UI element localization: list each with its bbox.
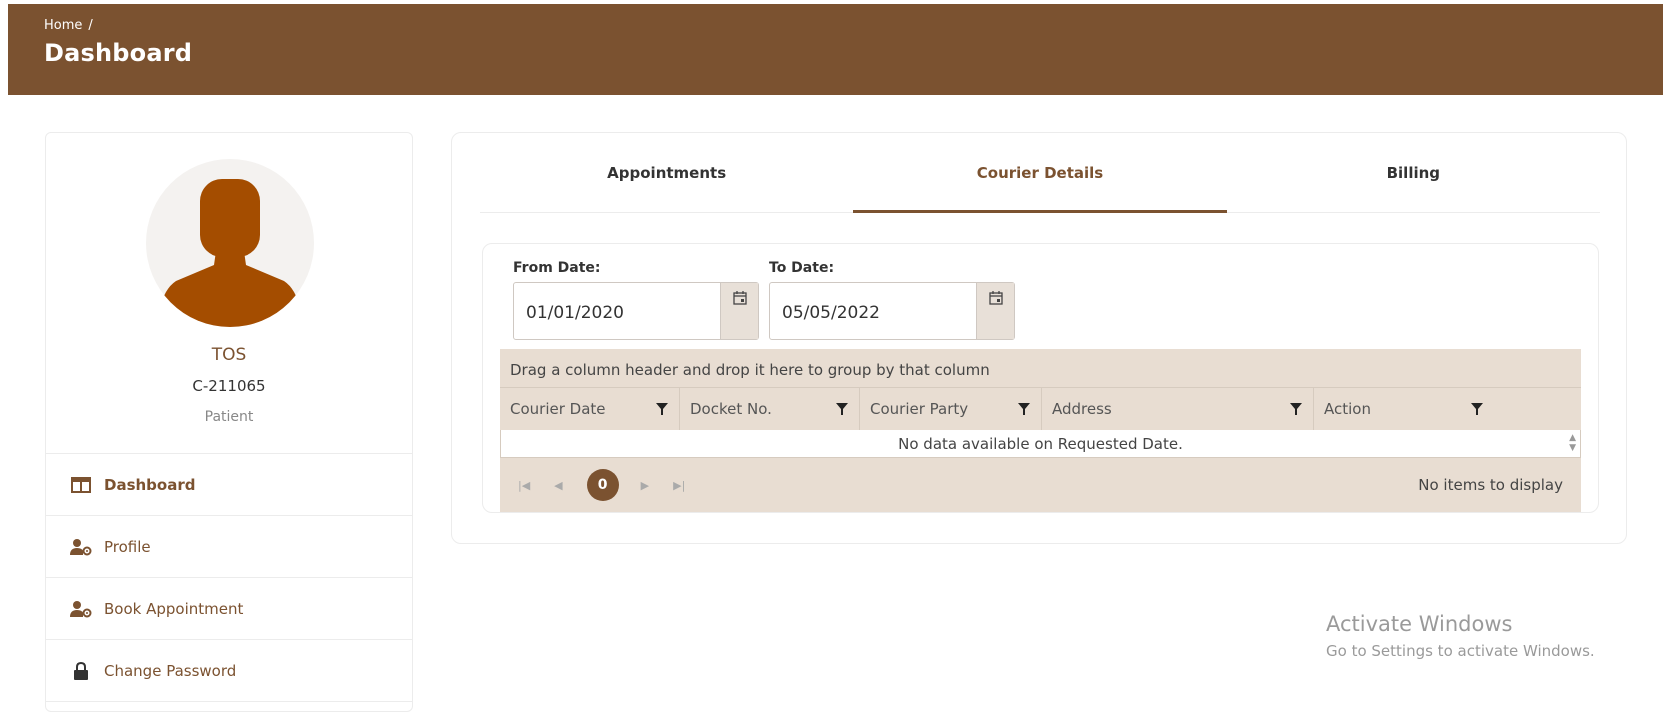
to-date-input[interactable]: 05/05/2022: [770, 283, 976, 339]
from-date-calendar-button[interactable]: [720, 283, 758, 339]
sidebar-item-change-password[interactable]: Change Password: [46, 640, 412, 702]
to-date-calendar-button[interactable]: [976, 283, 1014, 339]
sidebar-item-book-appointment[interactable]: Book Appointment: [46, 578, 412, 640]
sidebar-item-label: Book Appointment: [104, 599, 244, 618]
pager-first-icon[interactable]: |◀: [518, 479, 530, 492]
profile-sidebar: TOS C-211065 Patient Dashboard Profile B…: [45, 132, 413, 712]
grid-empty-message: No data available on Requested Date.: [898, 434, 1183, 453]
from-date-label: From Date:: [513, 260, 601, 276]
user-gear-icon: [70, 600, 92, 618]
column-header-courier-date[interactable]: Courier Date: [500, 388, 680, 430]
sidebar-item-label: Change Password: [104, 661, 237, 680]
grid-header: Courier Date Docket No. Courier Party Ad…: [500, 387, 1581, 430]
tab-bar: Appointments Courier Details Billing: [480, 133, 1600, 213]
patient-id: C-211065: [192, 377, 266, 395]
to-date-picker: 05/05/2022: [769, 282, 1015, 340]
sidebar-item-label: Profile: [104, 537, 151, 556]
watermark-subtitle: Go to Settings to activate Windows.: [1326, 642, 1595, 660]
from-date-picker: 01/01/2020: [513, 282, 759, 340]
pager-last-icon[interactable]: ▶|: [673, 479, 685, 492]
sidebar-item-profile[interactable]: Profile: [46, 516, 412, 578]
sidebar-item-dashboard[interactable]: Dashboard: [46, 454, 412, 516]
filter-icon[interactable]: [1017, 402, 1031, 416]
pager-next-icon[interactable]: ▶: [641, 479, 649, 492]
column-header-docket-no[interactable]: Docket No.: [680, 388, 860, 430]
user-silhouette-icon: [160, 179, 300, 327]
tab-appointments[interactable]: Appointments: [480, 133, 853, 212]
breadcrumb-separator: /: [88, 18, 93, 33]
calendar-icon: [988, 291, 1003, 305]
patient-name: TOS: [211, 345, 247, 365]
courier-panel: From Date: 01/01/2020 To Date: 05/05/202…: [482, 243, 1599, 513]
activation-watermark: Activate Windows Go to Settings to activ…: [1326, 612, 1595, 660]
to-date-label: To Date:: [769, 260, 835, 276]
grid-body: No data available on Requested Date. ▲ ▼: [500, 430, 1581, 458]
group-drop-area[interactable]: Drag a column header and drop it here to…: [500, 349, 1581, 387]
filter-icon[interactable]: [655, 402, 669, 416]
sidebar-menu: Dashboard Profile Book Appointment Chang…: [46, 453, 412, 702]
grid-pager: |◀ ◀ 0 ▶ ▶| No items to display: [500, 458, 1581, 512]
pager-current-page[interactable]: 0: [586, 469, 619, 501]
column-header-address[interactable]: Address: [1042, 388, 1314, 430]
avatar: [146, 159, 314, 327]
grid-scrollbar[interactable]: ▲ ▼: [1569, 433, 1576, 453]
calendar-icon: [732, 291, 747, 305]
courier-grid: Drag a column header and drop it here to…: [500, 349, 1581, 512]
page-header: Home / Dashboard: [8, 4, 1663, 95]
dashboard-card: Appointments Courier Details Billing Fro…: [451, 132, 1627, 544]
page-title: Dashboard: [44, 39, 193, 67]
breadcrumb-home[interactable]: Home: [44, 18, 82, 33]
filter-icon[interactable]: [1289, 402, 1303, 416]
lock-icon: [70, 661, 92, 680]
pager-status: No items to display: [1418, 476, 1563, 494]
column-header-action[interactable]: Action: [1314, 388, 1494, 430]
filter-icon[interactable]: [835, 402, 849, 416]
filter-icon[interactable]: [1470, 402, 1484, 416]
column-header-courier-party[interactable]: Courier Party: [860, 388, 1042, 430]
columns-icon: [70, 476, 92, 494]
sidebar-item-label: Dashboard: [104, 475, 196, 494]
pager-prev-icon[interactable]: ◀: [554, 479, 562, 492]
from-date-input[interactable]: 01/01/2020: [514, 283, 720, 339]
tab-billing[interactable]: Billing: [1227, 133, 1600, 212]
breadcrumb: Home /: [44, 18, 1663, 33]
watermark-title: Activate Windows: [1326, 612, 1513, 636]
tab-courier-details[interactable]: Courier Details: [853, 133, 1227, 213]
user-gear-icon: [70, 538, 92, 556]
patient-role: Patient: [204, 409, 254, 425]
